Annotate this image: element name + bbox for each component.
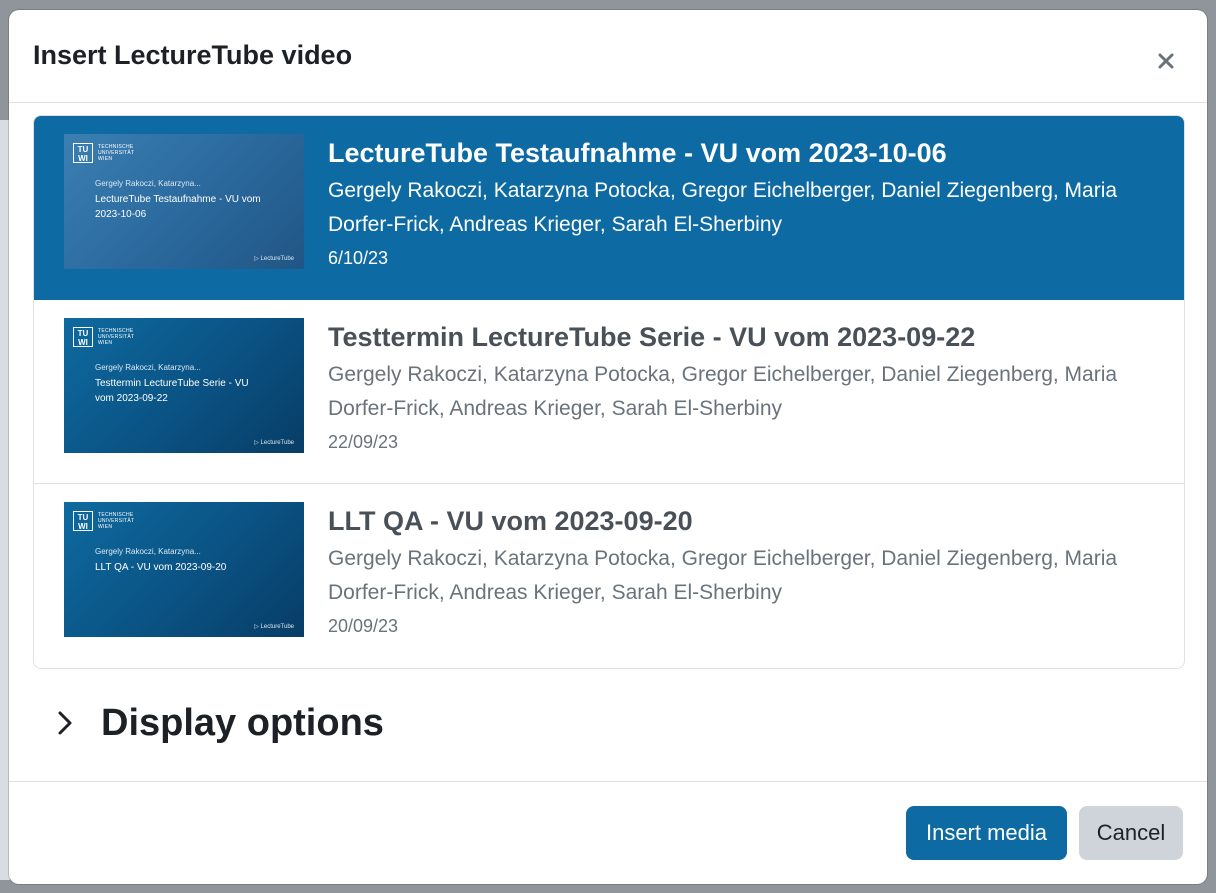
video-item[interactable]: TU WI TECHNISCHE UNIVERSITÄT WIEN Gergely R… [34,116,1184,300]
thumbnail-brand: LectureTube [254,623,294,630]
thumbnail-title: Testtermin LectureTube Serie - VU vom 20… [95,378,249,404]
dialog-title: Insert LectureTube video [33,40,353,70]
video-date: 6/10/23 [328,248,389,268]
dialog-header: Insert LectureTube video [9,10,1207,103]
video-authors: Gergely Rakoczi, Katarzyna Potocka, Greg… [328,547,1118,604]
tu-logo: TU WI [73,327,93,347]
tu-logo: TU WI [73,511,93,531]
tu-logo: TU WI [73,143,93,163]
video-item[interactable]: TU WI TECHNISCHE UNIVERSITÄT WIEN Gergely R… [34,484,1184,668]
dialog-footer: Insert media Cancel [9,781,1207,884]
video-title: Testtermin LectureTube Serie - VU vom 20… [328,322,976,352]
video-meta: Testtermin LectureTube Serie - VU vom 20… [328,320,1168,453]
close-button[interactable] [1151,46,1181,76]
video-authors: Gergely Rakoczi, Katarzyna Potocka, Greg… [328,179,1118,236]
video-meta: LLT QA - VU vom 2023-09-20 Gergely Rakoc… [328,504,1168,637]
video-item[interactable]: TU WI TECHNISCHE UNIVERSITÄT WIEN Gergely R… [34,300,1184,484]
display-options-label: Display options [101,701,384,744]
video-date: 22/09/23 [328,432,399,452]
thumbnail-brand: LectureTube [254,255,294,262]
thumbnail-authors: Gergely Rakoczi, Katarzyna... [95,363,201,372]
video-thumbnail: TU WI TECHNISCHE UNIVERSITÄT WIEN Gergely R… [64,318,304,453]
chevron-right-icon [58,711,72,735]
thumbnail-brand: LectureTube [254,439,294,446]
video-list: TU WI TECHNISCHE UNIVERSITÄT WIEN Gergely R… [33,115,1185,669]
close-icon [1158,53,1174,69]
video-date: 20/09/23 [328,616,399,636]
thumbnail-authors: Gergely Rakoczi, Katarzyna... [95,547,201,556]
thumbnail-institution: TECHNISCHE UNIVERSITÄT WIEN [98,328,135,346]
insert-media-button[interactable]: Insert media [906,806,1067,860]
video-title: LLT QA - VU vom 2023-09-20 [328,506,693,536]
video-thumbnail: TU WI TECHNISCHE UNIVERSITÄT WIEN Gergely R… [64,134,304,269]
thumbnail-authors: Gergely Rakoczi, Katarzyna... [95,179,201,188]
video-title: LectureTube Testaufnahme - VU vom 2023-1… [328,138,947,168]
insert-video-dialog: Insert LectureTube video TU WI TECHNISCHE… [9,10,1207,884]
display-options-toggle[interactable]: Display options [55,698,384,748]
cancel-button[interactable]: Cancel [1079,806,1183,860]
thumbnail-institution: TECHNISCHE UNIVERSITÄT WIEN [98,144,135,162]
thumbnail-title: LLT QA - VU vom 2023-09-20 [95,562,227,573]
thumbnail-title: LectureTube Testaufnahme - VU vom 2023-1… [95,194,261,220]
thumbnail-institution: TECHNISCHE UNIVERSITÄT WIEN [98,512,135,530]
dialog-body: TU WI TECHNISCHE UNIVERSITÄT WIEN Gergely R… [9,103,1207,781]
video-thumbnail: TU WI TECHNISCHE UNIVERSITÄT WIEN Gergely R… [64,502,304,637]
video-meta: LectureTube Testaufnahme - VU vom 2023-1… [328,136,1168,269]
video-authors: Gergely Rakoczi, Katarzyna Potocka, Greg… [328,363,1118,420]
